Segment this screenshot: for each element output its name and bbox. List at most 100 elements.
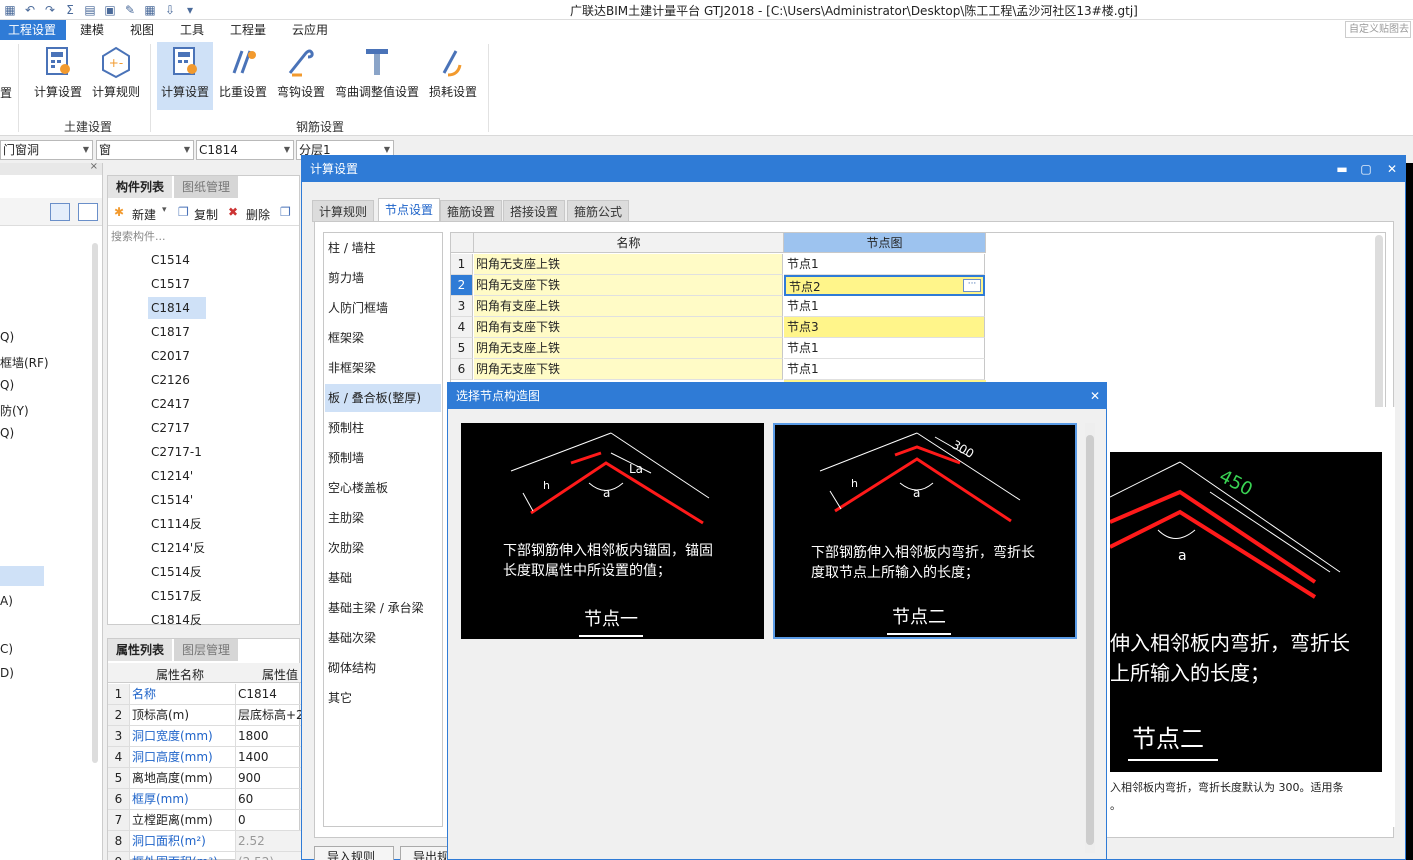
minimize-icon[interactable]: ▬ <box>1329 156 1355 182</box>
redo-icon[interactable]: ↷ <box>42 3 58 17</box>
nav-item[interactable]: 防(Y) <box>0 402 29 419</box>
category-item[interactable]: 基础次梁 <box>325 624 441 652</box>
node-picker-scroll-thumb[interactable] <box>1086 435 1094 845</box>
category-item[interactable]: 剪力墙 <box>325 264 441 292</box>
nav-item[interactable]: Q) <box>0 378 14 392</box>
component-item[interactable]: C1817 <box>148 321 206 343</box>
grid-scrollbar[interactable] <box>1375 235 1383 425</box>
property-value[interactable]: C1814 <box>235 684 301 704</box>
component-item[interactable]: C2126 <box>148 369 206 391</box>
weight-settings-button[interactable]: 比重设置 <box>215 42 271 110</box>
bend-adjust-button[interactable]: 弯曲调整值设置 <box>331 42 423 110</box>
maximize-icon[interactable]: ▢ <box>1353 156 1379 182</box>
category-item[interactable]: 砌体结构 <box>325 654 441 682</box>
close-icon[interactable]: × <box>90 161 98 172</box>
ribbon-search-input[interactable]: 自定义贴图去 <box>1345 21 1411 38</box>
property-value[interactable]: 60 <box>235 789 301 809</box>
grid-icon[interactable]: ▦ <box>142 3 158 17</box>
component-item[interactable]: C1514 <box>148 249 206 271</box>
category-item[interactable]: 人防门框墙 <box>325 294 441 322</box>
property-row[interactable]: 9框外围面积(m²)(2.52) <box>108 852 301 860</box>
tab-component-list[interactable]: 构件列表 <box>108 176 173 198</box>
tab-layer-manager[interactable]: 图层管理 <box>174 639 239 661</box>
property-value[interactable]: 900 <box>235 768 301 788</box>
category-item[interactable]: 基础 <box>325 564 441 592</box>
undo-icon[interactable]: ↶ <box>22 3 38 17</box>
grid-row[interactable]: 4 阳角有支座下铁 节点3 <box>451 317 986 338</box>
calc-settings-rebar-button[interactable]: 计算设置 <box>157 42 213 110</box>
export-icon[interactable]: ⇩ <box>162 3 178 17</box>
more-icon[interactable]: ❐ <box>280 205 291 219</box>
calc-settings-civil-button[interactable]: 计算设置 <box>30 42 86 110</box>
tab-drawing-manager[interactable]: 图纸管理 <box>174 176 239 198</box>
edit-icon[interactable]: ✎ <box>122 3 138 17</box>
tab-stirrup-settings[interactable]: 箍筋设置 <box>440 200 503 222</box>
category-item[interactable]: 主肋梁 <box>325 504 441 532</box>
property-value[interactable]: (2.52) <box>235 852 301 860</box>
grid-row[interactable]: 3 阳角有支座上铁 节点1 <box>451 296 986 317</box>
grid-cell-node[interactable]: 节点1 <box>784 338 985 359</box>
grid-cell-node[interactable]: 节点1 <box>784 254 985 275</box>
category-item[interactable]: 预制柱 <box>325 414 441 442</box>
menu-modeling[interactable]: 建模 <box>72 20 112 40</box>
category-item[interactable]: 次肋梁 <box>325 534 441 562</box>
tab-calc-rules[interactable]: 计算规则 <box>312 200 375 222</box>
hook-settings-button[interactable]: 弯钩设置 <box>273 42 329 110</box>
tab-stirrup-formula[interactable]: 箍筋公式 <box>567 200 630 222</box>
close-icon[interactable]: ✕ <box>1082 383 1108 409</box>
property-value[interactable]: 2.52 <box>235 831 301 851</box>
customize-icon[interactable]: ▾ <box>182 3 198 17</box>
component-search-input[interactable]: 搜索构件... <box>109 228 299 246</box>
property-row[interactable]: 2 顶标高(m) 层底标高+2. <box>108 705 301 726</box>
delete-button[interactable]: 删除 <box>246 206 270 223</box>
component-item[interactable]: C1214' <box>148 465 206 487</box>
component-item[interactable]: C1814 <box>148 297 206 319</box>
grid-cell-node[interactable]: 节点2 ··· <box>784 275 985 296</box>
category-item[interactable]: 板 / 叠合板(整厚) <box>325 384 441 412</box>
nav-item[interactable]: Q) <box>0 330 14 344</box>
property-row[interactable]: 7 立樘距离(mm) 0 <box>108 810 301 831</box>
property-row[interactable]: 3 洞口宽度(mm) 1800 <box>108 726 301 747</box>
component-item[interactable]: C2717 <box>148 417 206 439</box>
grid-row[interactable]: 1 阳角无支座上铁 节点1 <box>451 254 986 275</box>
category-item[interactable]: 其它 <box>325 684 441 712</box>
tab-node-settings[interactable]: 节点设置 <box>378 198 441 222</box>
list-view-icon[interactable] <box>50 203 70 221</box>
grid-row[interactable]: 6 阴角无支座下铁 节点1 <box>451 359 986 380</box>
nav-item[interactable]: Q) <box>0 426 14 440</box>
component-item[interactable]: C2717-1 <box>148 441 206 463</box>
property-value[interactable]: 层底标高+2. <box>235 705 301 725</box>
grid-row[interactable]: 5 阴角无支座上铁 节点1 <box>451 338 986 359</box>
grid-row[interactable]: 2 阳角无支座下铁 节点2 ··· <box>451 275 986 296</box>
grid-cell-node[interactable]: 节点1 <box>784 296 985 317</box>
import-rules-button[interactable]: 导入规则 <box>314 846 394 860</box>
grid-cell-node[interactable]: 节点3 <box>784 317 985 338</box>
tab-lap-settings[interactable]: 搭接设置 <box>503 200 566 222</box>
copy-button[interactable]: 复制 <box>194 206 218 223</box>
property-value[interactable]: 0 <box>235 810 301 830</box>
menu-view[interactable]: 视图 <box>122 20 162 40</box>
category-item[interactable]: 预制墙 <box>325 444 441 472</box>
property-row[interactable]: 1 名称 C1814 <box>108 684 301 705</box>
sum-icon[interactable]: Σ <box>62 3 78 17</box>
loss-settings-button[interactable]: 损耗设置 <box>425 42 481 110</box>
tree-view-icon[interactable] <box>78 203 98 221</box>
component-item[interactable]: C1814反 <box>148 609 206 631</box>
node-card-1[interactable]: a La h 下部钢筋伸入相邻板内锚固，锚固 长度取属性中所设置的值； 节点一 <box>461 423 764 639</box>
category-item[interactable]: 空心楼盖板 <box>325 474 441 502</box>
type-combo[interactable]: 窗 ▼ <box>96 140 194 160</box>
grid-cell-node[interactable]: 节点1 <box>784 359 985 380</box>
menu-quantity[interactable]: 工程量 <box>222 20 274 40</box>
ribbon-partial-button[interactable]: 置 <box>0 42 14 110</box>
component-item[interactable]: C1517 <box>148 273 206 295</box>
view-icon[interactable]: ▣ <box>102 3 118 17</box>
component-item[interactable]: C1517反 <box>148 585 206 607</box>
tab-property-list[interactable]: 属性列表 <box>108 639 173 661</box>
menu-tools[interactable]: 工具 <box>172 20 212 40</box>
component-item[interactable]: C2017 <box>148 345 206 367</box>
category-item[interactable]: 非框架梁 <box>325 354 441 382</box>
property-value[interactable]: 1400 <box>235 747 301 767</box>
category-item[interactable]: 柱 / 墙柱 <box>325 234 441 262</box>
report-icon[interactable]: ▤ <box>82 3 98 17</box>
component-item[interactable]: C2417 <box>148 393 206 415</box>
